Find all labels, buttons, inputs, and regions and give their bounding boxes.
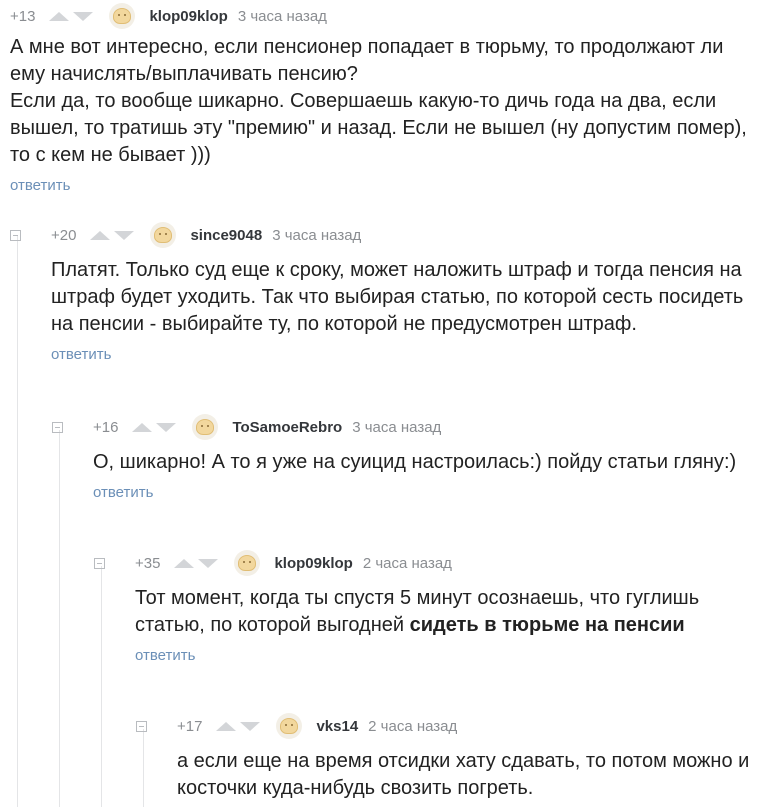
upvote-arrow-icon[interactable] — [90, 230, 111, 240]
avatar-face-icon — [280, 718, 299, 734]
comment-header: +13 klop09klop 3 часа назад — [10, 3, 759, 29]
collapse-icon[interactable] — [136, 720, 147, 732]
downvote-arrow-icon[interactable] — [156, 422, 177, 432]
username[interactable]: since9048 — [190, 227, 262, 244]
avatar[interactable] — [276, 713, 303, 739]
upvote-arrow-icon[interactable] — [216, 721, 237, 731]
upvote-arrow-icon[interactable] — [49, 11, 70, 21]
upvote-arrow-icon[interactable] — [174, 558, 195, 568]
comment-paragraph: А мне вот интересно, если пенсионер попа… — [10, 36, 724, 85]
upvote-arrow-icon[interactable] — [132, 422, 153, 432]
timestamp: 3 часа назад — [272, 226, 362, 244]
collapse-icon[interactable] — [10, 229, 21, 241]
comment-paragraph: Платят. Только суд еще к сроку, может на… — [51, 259, 744, 335]
timestamp: 3 часа назад — [352, 418, 442, 436]
comment-paragraph: О, шикарно! А то я уже на суицид настрои… — [93, 451, 737, 473]
rating: +35 — [135, 554, 161, 572]
avatar-face-icon — [196, 419, 215, 435]
avatar[interactable] — [150, 222, 177, 248]
username[interactable]: ToSamoeRebro — [232, 419, 342, 436]
comment: +17 vks14 2 часа назад а если еще на вре… — [136, 713, 759, 802]
downvote-arrow-icon[interactable] — [240, 721, 261, 731]
username[interactable]: klop09klop — [149, 8, 227, 25]
comment-text: Тот момент, когда ты спустя 5 минут осоз… — [135, 585, 759, 639]
comment: +20 since9048 3 часа назад Платят. Тольк… — [10, 222, 759, 363]
avatar[interactable] — [234, 550, 261, 576]
downvote-arrow-icon[interactable] — [198, 558, 219, 568]
collapse-icon[interactable] — [52, 421, 63, 433]
comment-text: Платят. Только суд еще к сроку, может на… — [51, 257, 759, 338]
reply-button[interactable]: ответить — [51, 346, 759, 363]
avatar-face-icon — [154, 227, 173, 243]
rating: +16 — [93, 418, 119, 436]
comment-header: +17 vks14 2 часа назад — [136, 713, 759, 739]
avatar[interactable] — [192, 414, 219, 440]
timestamp: 2 часа назад — [368, 717, 458, 735]
comment-header: +16 ToSamoeRebro 3 часа назад — [52, 414, 759, 440]
comment: +16 ToSamoeRebro 3 часа назад О, шикарно… — [52, 414, 759, 501]
comment-text: А мне вот интересно, если пенсионер попа… — [10, 34, 759, 169]
comment-paragraph: а если еще на время отсидки хату сдавать… — [177, 750, 750, 799]
timestamp: 2 часа назад — [362, 554, 452, 572]
comment: +13 klop09klop 3 часа назад А мне вот ин… — [10, 3, 759, 194]
rating: +17 — [177, 717, 203, 735]
rating: +13 — [10, 7, 36, 25]
reply-button[interactable]: ответить — [93, 484, 759, 501]
comment: +35 klop09klop 2 часа назад Тот момент, … — [94, 550, 759, 664]
timestamp: 3 часа назад — [237, 7, 327, 25]
username[interactable]: vks14 — [316, 718, 358, 735]
comment-thread: +13 klop09klop 3 часа назад А мне вот ин… — [0, 0, 769, 807]
avatar-face-icon — [113, 8, 132, 24]
avatar-face-icon — [238, 555, 257, 571]
comment-paragraph: Тот момент, когда ты спустя 5 минут осоз… — [135, 585, 759, 639]
reply-button[interactable]: ответить — [10, 177, 759, 194]
comment-header: +35 klop09klop 2 часа назад — [94, 550, 759, 576]
rating: +20 — [51, 226, 77, 244]
comment-text: О, шикарно! А то я уже на суицид настрои… — [93, 449, 759, 476]
comment-paragraph: Если да, то вообще шикарно. Совершаешь к… — [10, 90, 747, 166]
comment-text: а если еще на время отсидки хату сдавать… — [177, 748, 759, 802]
comment-header: +20 since9048 3 часа назад — [10, 222, 759, 248]
username[interactable]: klop09klop — [274, 555, 352, 572]
reply-button[interactable]: ответить — [135, 647, 759, 664]
comment-text-bold: сидеть в тюрьме на пенсии — [409, 614, 685, 636]
collapse-icon[interactable] — [94, 557, 105, 569]
downvote-arrow-icon[interactable] — [114, 230, 135, 240]
avatar[interactable] — [109, 3, 136, 29]
downvote-arrow-icon[interactable] — [73, 11, 94, 21]
